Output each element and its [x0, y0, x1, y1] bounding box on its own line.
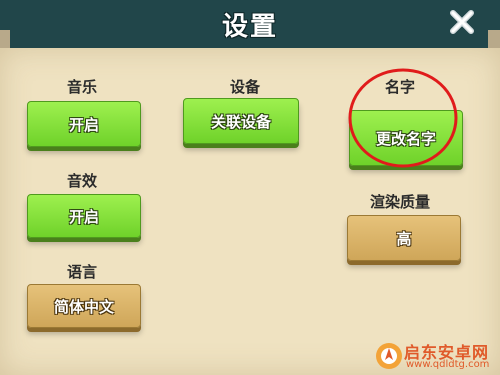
music-toggle-button[interactable]: 开启	[27, 101, 141, 147]
render-quality-button[interactable]: 高	[347, 215, 461, 261]
page-title: 设置	[221, 12, 278, 42]
render-quality-label: 渲染质量	[369, 193, 430, 211]
close-button[interactable]	[444, 4, 480, 40]
language-label: 语言	[66, 263, 97, 281]
highlight-circle	[348, 68, 458, 168]
link-device-button[interactable]: 关联设备	[183, 98, 299, 144]
music-label: 音乐	[66, 78, 97, 96]
close-icon	[450, 10, 474, 34]
sound-effect-label: 音效	[66, 172, 97, 190]
sound-effect-toggle-button[interactable]: 开启	[27, 194, 141, 238]
device-label: 设备	[229, 78, 260, 96]
language-select-button[interactable]: 简体中文	[27, 284, 141, 328]
watermark-url: www.qdldtg.com	[406, 359, 490, 370]
